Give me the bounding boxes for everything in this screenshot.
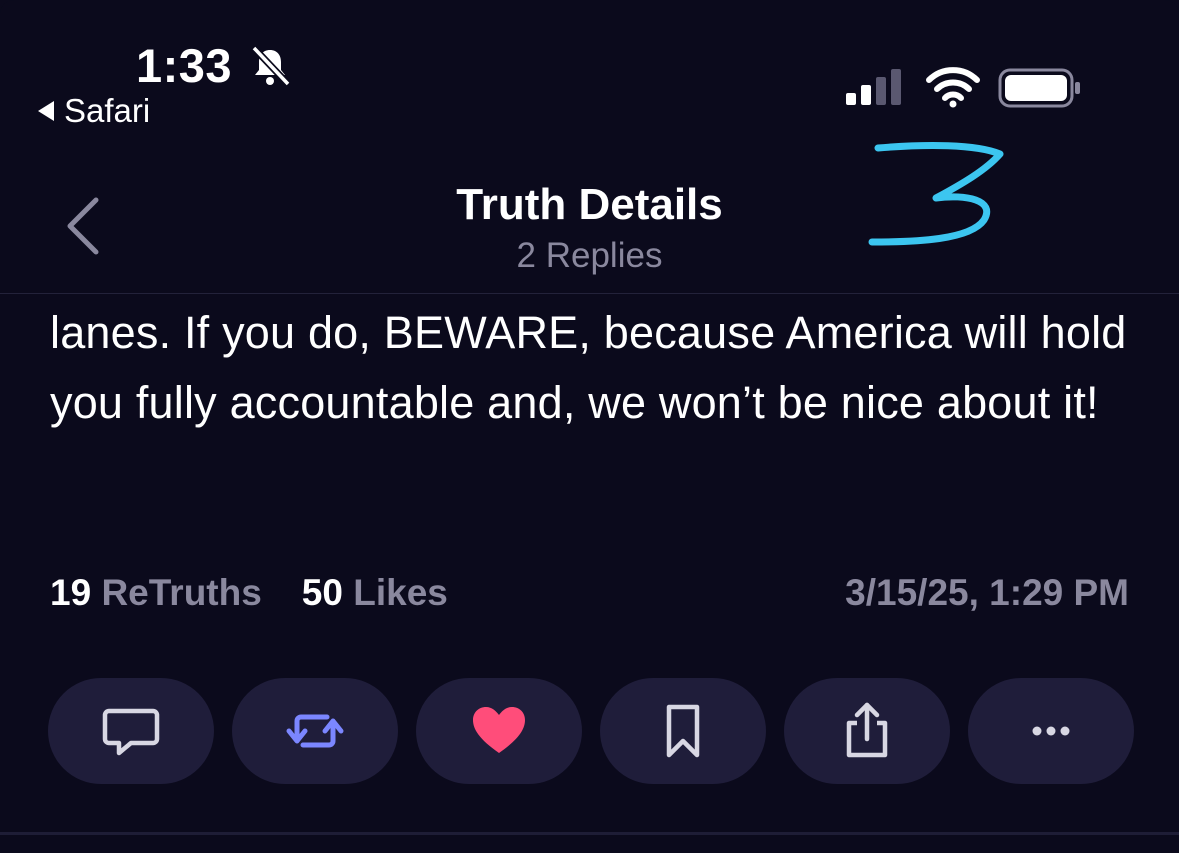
- battery-icon: [998, 68, 1080, 108]
- back-triangle-icon: [38, 101, 54, 121]
- share-button[interactable]: [784, 678, 950, 784]
- likes-count: 50: [301, 572, 343, 613]
- bottom-divider: [0, 832, 1179, 835]
- post-text: lanes. If you do, BEWARE, because Americ…: [50, 307, 1127, 428]
- heart-icon: [473, 707, 525, 753]
- bookmark-icon: [666, 704, 700, 758]
- likes-stat[interactable]: 50 Likes: [302, 572, 448, 614]
- back-to-safari[interactable]: Safari: [38, 92, 150, 130]
- like-button[interactable]: [416, 678, 582, 784]
- retruths-label: ReTruths: [101, 572, 262, 613]
- handwritten-annotation: [868, 142, 1004, 246]
- more-button[interactable]: [968, 678, 1134, 784]
- bell-muted-icon: [251, 45, 291, 87]
- retruth-button[interactable]: [232, 678, 398, 784]
- action-bar: [48, 678, 1134, 784]
- back-app-label: Safari: [64, 92, 151, 129]
- status-time: 1:33: [136, 39, 233, 92]
- more-icon: [1032, 726, 1070, 736]
- wifi-icon: [926, 67, 980, 108]
- screen: 1:33 Safari Truth Details 2 Replies lane…: [0, 0, 1179, 853]
- retruths-stat[interactable]: 19 ReTruths: [50, 572, 262, 614]
- reply-button[interactable]: [48, 678, 214, 784]
- post-stats: 19 ReTruths 50 Likes: [50, 572, 448, 614]
- reply-icon: [102, 708, 160, 756]
- retruth-icon: [286, 714, 344, 748]
- header-divider: [0, 293, 1179, 294]
- post-timestamp: 3/15/25, 1:29 PM: [845, 572, 1129, 613]
- retruths-count: 19: [50, 572, 92, 613]
- bookmark-button[interactable]: [600, 678, 766, 784]
- cellular-signal-icon: [846, 69, 901, 105]
- likes-label: Likes: [353, 572, 448, 613]
- share-icon: [846, 702, 888, 758]
